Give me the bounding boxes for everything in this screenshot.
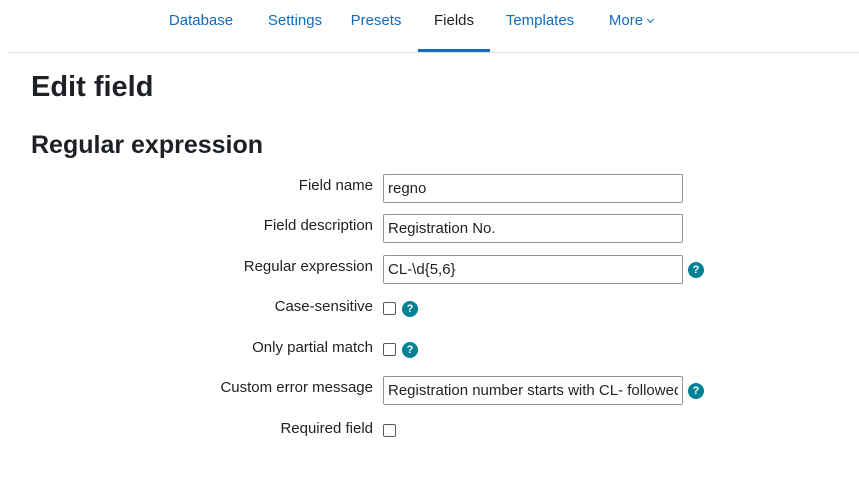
form-row-partial-match: Only partial match ? xyxy=(0,336,859,366)
tab-database[interactable]: Database xyxy=(160,0,242,52)
required-field-label: Required field xyxy=(280,420,373,437)
form-row-custom-error: Custom error message ? xyxy=(0,376,859,406)
question-circle-icon[interactable]: ? xyxy=(688,262,704,278)
tab-settings[interactable]: Settings xyxy=(256,0,334,52)
form-row-case-sensitive: Case-sensitive ? xyxy=(0,295,859,325)
field-name-label: Field name xyxy=(298,177,373,194)
tab-templates[interactable]: Templates xyxy=(498,0,582,52)
required-field-checkbox[interactable] xyxy=(383,424,396,437)
tab-more[interactable]: More xyxy=(598,0,664,52)
tab-presets-label: Presets xyxy=(350,12,402,29)
section-title: Regular expression xyxy=(31,131,264,159)
custom-error-input[interactable] xyxy=(383,376,683,405)
tab-fields-label: Fields xyxy=(433,12,474,29)
form-row-required: Required field xyxy=(0,417,859,447)
regular-expression-label: Regular expression xyxy=(243,258,373,275)
tab-presets[interactable]: Presets xyxy=(341,0,411,52)
case-sensitive-label: Case-sensitive xyxy=(274,298,373,315)
regular-expression-input[interactable] xyxy=(383,255,683,284)
form-row-field-name: Field name xyxy=(0,174,859,204)
tab-fields[interactable]: Fields xyxy=(418,0,490,52)
form-row-regular-expression: Regular expression ? xyxy=(0,255,859,285)
partial-match-checkbox[interactable] xyxy=(383,343,396,356)
secondary-navigation: Database Settings Presets Fields Templat… xyxy=(8,0,859,53)
partial-match-label: Only partial match xyxy=(252,339,373,356)
field-description-input[interactable] xyxy=(383,214,683,243)
page-title: Edit field xyxy=(31,71,154,103)
tab-more-label: More xyxy=(608,12,644,29)
field-name-input[interactable] xyxy=(383,174,683,203)
tab-settings-label: Settings xyxy=(267,12,323,29)
tab-database-label: Database xyxy=(168,12,234,29)
page: Database Settings Presets Fields Templat… xyxy=(0,0,859,503)
question-circle-icon[interactable]: ? xyxy=(688,383,704,399)
question-circle-icon[interactable]: ? xyxy=(402,301,418,317)
tab-templates-label: Templates xyxy=(505,12,575,29)
field-description-label: Field description xyxy=(263,217,373,234)
chevron-down-icon xyxy=(647,15,655,24)
form-row-field-description: Field description xyxy=(0,214,859,244)
question-circle-icon[interactable]: ? xyxy=(402,342,418,358)
custom-error-label: Custom error message xyxy=(220,379,373,396)
case-sensitive-checkbox[interactable] xyxy=(383,302,396,315)
